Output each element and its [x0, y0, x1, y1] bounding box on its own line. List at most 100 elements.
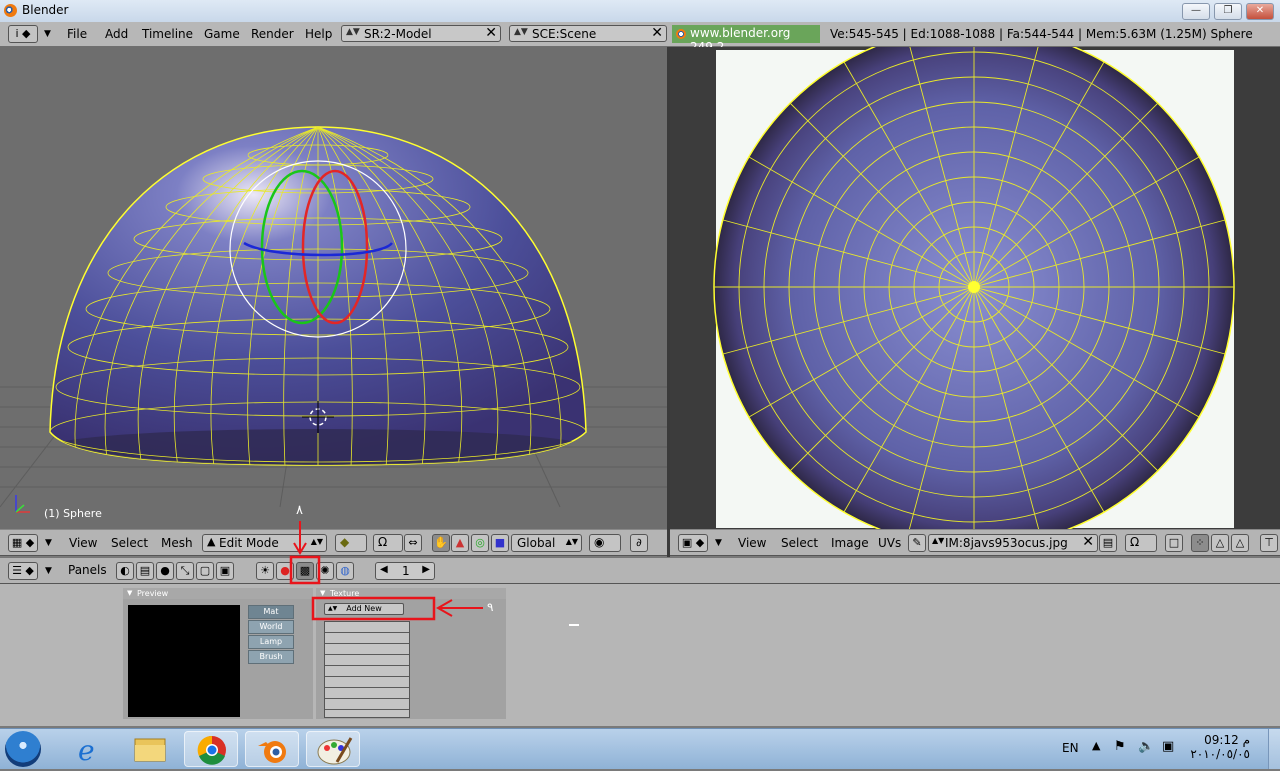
blender-version-link[interactable]: www.blender.org 249.2: [672, 25, 820, 54]
system-clock[interactable]: 09:12 م ٢٠١٠/٠٥/٠٥: [1190, 733, 1250, 761]
paint-brush-icon[interactable]: ✎: [908, 534, 926, 552]
editor-type-buttons-icon[interactable]: ☰ ◆: [8, 562, 38, 580]
action-center-flag-icon[interactable]: ⚑: [1114, 739, 1126, 754]
snap-icon[interactable]: ∂: [630, 534, 648, 552]
scene-selector[interactable]: ▲▼ SCE:Scene ✕: [509, 25, 667, 42]
solid-shading-icon: ◆: [340, 535, 350, 549]
svg-text:e: e: [78, 734, 95, 767]
hand-manipulator-icon[interactable]: ✋: [432, 534, 450, 552]
menu-file[interactable]: File: [67, 27, 87, 41]
menu-select[interactable]: Select: [111, 536, 148, 550]
edge-select-icon[interactable]: △: [1211, 534, 1229, 552]
editing-context-icon[interactable]: ▢: [196, 562, 214, 580]
pivot-dropdown[interactable]: Ω: [373, 534, 403, 552]
delete-screen-icon[interactable]: ✕: [485, 25, 497, 41]
script-context-icon[interactable]: ▤: [136, 562, 154, 580]
unlink-image-icon[interactable]: ✕: [1082, 534, 1094, 550]
preview-tab-world[interactable]: World: [248, 620, 294, 634]
chrome-icon[interactable]: [184, 731, 238, 767]
clock-time: 09:12 م: [1204, 733, 1250, 747]
collapse-menu-arrow-icon[interactable]: ▼: [45, 538, 52, 548]
blender-app-icon: [4, 4, 17, 17]
translate-manipulator-icon[interactable]: ▲: [451, 534, 469, 552]
frame-number-field[interactable]: ◀ 1 ▶: [375, 562, 435, 580]
add-new-texture-button[interactable]: ▲▼ Add New: [324, 603, 404, 615]
sticky-select-icon[interactable]: ⊤: [1260, 534, 1278, 552]
menu-game[interactable]: Game: [204, 27, 240, 41]
menu-view[interactable]: View: [738, 536, 766, 550]
screen-selector[interactable]: ▲▼ SR:2-Model ✕: [341, 25, 501, 42]
pivot-icon: Ω: [1130, 535, 1140, 549]
radiosity-buttons-icon[interactable]: ✺: [316, 562, 334, 580]
texture-channel-list[interactable]: [324, 621, 410, 718]
scene-context-icon[interactable]: ▣: [216, 562, 234, 580]
file-explorer-icon[interactable]: [123, 731, 177, 767]
menu-image[interactable]: Image: [831, 536, 869, 550]
increment-arrow-icon[interactable]: ▶: [422, 564, 430, 575]
collapse-menu-arrow-icon[interactable]: ▼: [45, 566, 52, 576]
show-desktop-button[interactable]: [1268, 729, 1280, 769]
spin-arrows-icon: ▲▼: [310, 537, 323, 546]
align-view-icon[interactable]: ⇔: [404, 534, 422, 552]
draw-type-dropdown[interactable]: ◆: [335, 534, 367, 552]
close-window-button[interactable]: ✕: [1246, 3, 1274, 20]
volume-icon[interactable]: 🔈: [1138, 739, 1154, 754]
decrement-arrow-icon[interactable]: ◀: [380, 564, 388, 575]
editor-type-image-icon[interactable]: ▣ ◆: [678, 534, 708, 552]
menu-select[interactable]: Select: [781, 536, 818, 550]
logic-context-icon[interactable]: ◐: [116, 562, 134, 580]
menu-uvs[interactable]: UVs: [878, 536, 901, 550]
viewport-3d[interactable]: (1) Sphere: [0, 47, 667, 529]
panels-menu[interactable]: Panels: [68, 563, 107, 577]
mode-dropdown[interactable]: ▲ Edit Mode ▲▼: [202, 534, 327, 552]
network-icon[interactable]: ▣: [1162, 739, 1174, 754]
show-hidden-icons-icon[interactable]: ▲: [1092, 739, 1100, 752]
collapse-menu-arrow-icon[interactable]: ▼: [44, 29, 51, 39]
lamp-buttons-icon[interactable]: ☀: [256, 562, 274, 580]
menu-view[interactable]: View: [69, 536, 97, 550]
panel-collapse-icon[interactable]: ▼: [127, 588, 132, 599]
uv-pivot-dropdown[interactable]: Ω: [1125, 534, 1157, 552]
panel-collapse-icon[interactable]: ▼: [320, 588, 325, 599]
preview-panel-header[interactable]: ▼ Preview: [123, 588, 313, 599]
image-selector[interactable]: ▲▼ IM:8javs953ocus.jpg ✕: [928, 534, 1098, 552]
rotate-manipulator-icon[interactable]: ◎: [471, 534, 489, 552]
menu-mesh[interactable]: Mesh: [161, 536, 193, 550]
internet-explorer-icon[interactable]: e: [62, 731, 116, 767]
preview-tab-mat[interactable]: Mat: [248, 605, 294, 619]
preview-panel: Mat World Lamp Brush: [123, 599, 313, 719]
editor-type-info-icon[interactable]: i ◆: [8, 25, 38, 43]
world-buttons-icon[interactable]: ◍: [336, 562, 354, 580]
blender-taskbar-icon[interactable]: [245, 731, 299, 767]
start-button[interactable]: [5, 731, 41, 767]
spin-arrows-icon: ▲▼: [346, 27, 360, 37]
scale-manipulator-icon[interactable]: ■: [491, 534, 509, 552]
object-context-icon[interactable]: ⤡: [176, 562, 194, 580]
preview-tab-brush[interactable]: Brush: [248, 650, 294, 664]
texture-buttons-icon[interactable]: ▩: [296, 562, 314, 580]
face-select-icon[interactable]: △: [1231, 534, 1249, 552]
minimize-button[interactable]: —: [1182, 3, 1210, 20]
proportional-edit-dropdown[interactable]: ◉: [589, 534, 621, 552]
collapse-menu-arrow-icon[interactable]: ▼: [715, 538, 722, 548]
menu-help[interactable]: Help: [305, 27, 332, 41]
delete-scene-icon[interactable]: ✕: [651, 25, 663, 41]
preview-tab-lamp[interactable]: Lamp: [248, 635, 294, 649]
material-buttons-icon[interactable]: ●: [276, 562, 294, 580]
maximize-button[interactable]: ❐: [1214, 3, 1242, 20]
buttons-window-header: ☰ ◆ ▼ Panels ◐ ▤ ● ⤡ ▢ ▣ ☀ ● ▩ ✺ ◍ ◀ 1 ▶: [0, 557, 1280, 584]
pack-image-icon[interactable]: ▤: [1099, 534, 1117, 552]
menu-add[interactable]: Add: [105, 27, 128, 41]
transform-orientation-dropdown[interactable]: Global ▲▼: [511, 534, 582, 552]
axis-gizmo-icon: [15, 495, 30, 513]
uv-image-editor[interactable]: [670, 47, 1280, 529]
texture-panel-header[interactable]: ▼ Texture: [316, 588, 506, 599]
editor-type-grid-icon[interactable]: ▦ ◆: [8, 534, 38, 552]
language-indicator[interactable]: EN: [1062, 741, 1079, 755]
paint-icon[interactable]: [306, 731, 360, 767]
vertex-select-icon[interactable]: ⁘: [1191, 534, 1209, 552]
menu-render[interactable]: Render: [251, 27, 294, 41]
shading-context-icon[interactable]: ●: [156, 562, 174, 580]
menu-timeline[interactable]: Timeline: [142, 27, 193, 41]
sync-select-icon[interactable]: □: [1165, 534, 1183, 552]
